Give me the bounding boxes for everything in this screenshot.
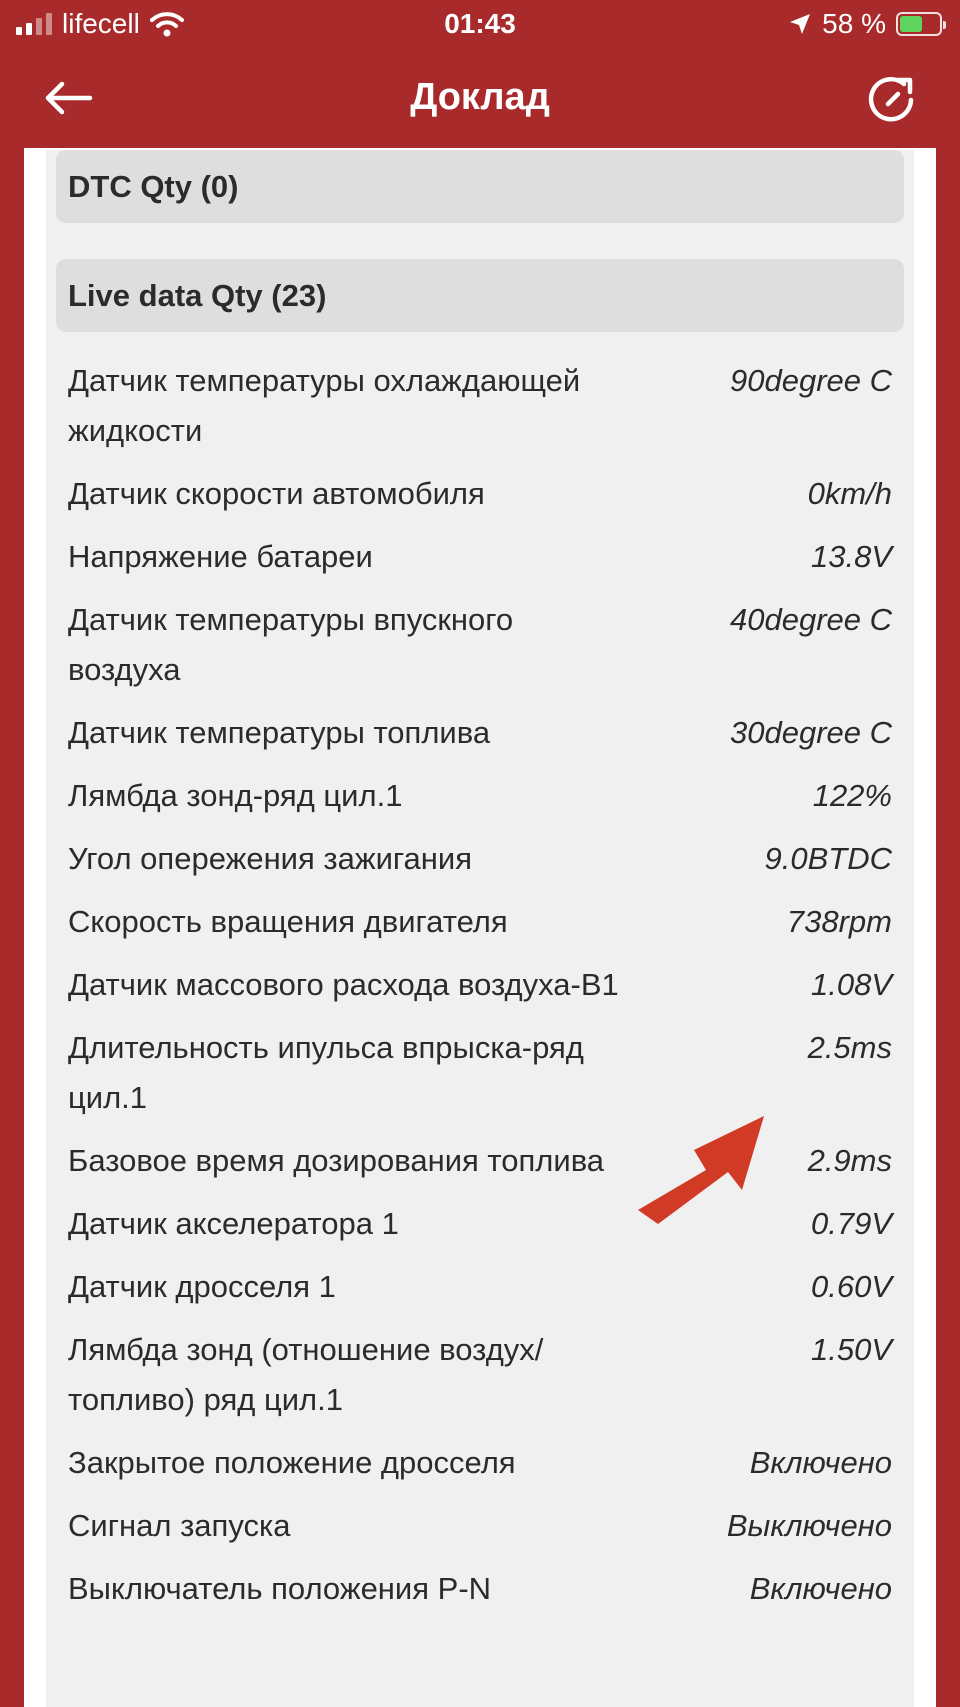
live-data-label: Лямбда зонд-ряд цил.1 bbox=[68, 778, 403, 813]
red-arrow-icon bbox=[638, 1116, 764, 1224]
live-data-row: Датчик скорости автомобиля 0km/h bbox=[56, 469, 904, 519]
live-data-label: Закрытое положение дросселя bbox=[68, 1445, 516, 1480]
live-data-value: Включено bbox=[749, 1445, 892, 1480]
battery-percent: 58 % bbox=[822, 8, 886, 39]
status-bar: lifecell 01:43 58 % bbox=[0, 0, 960, 52]
live-data-label: Датчик дросселя 1 bbox=[68, 1269, 336, 1304]
live-data-row: Закрытое положение дросселя Включено bbox=[56, 1438, 904, 1488]
live-data-row: Скорость вращения двигателя 738rpm bbox=[56, 897, 904, 947]
live-data-row: Угол опережения зажигания 9.0BTDC bbox=[56, 834, 904, 884]
live-data-label: Датчик температуры топлива bbox=[68, 715, 491, 750]
live-data-value: 0.79V bbox=[810, 1206, 892, 1241]
live-data-label: Датчик температуры охлаждающей жидкости bbox=[68, 363, 581, 448]
live-data-value: 40degree C bbox=[729, 602, 892, 637]
live-data-label: Скорость вращения двигателя bbox=[68, 904, 508, 939]
live-data-row: Лямбда зонд-ряд цил.1 122% bbox=[56, 771, 904, 821]
live-data-row: Датчик дросселя 1 0.60V bbox=[56, 1262, 904, 1312]
live-data-list: Датчик температуры охлаждающей жидкости 9… bbox=[56, 356, 904, 1614]
report-content[interactable]: DTC Qty (0) Live data Qty (23) Датчик те… bbox=[46, 150, 914, 1707]
live-data-value: 2.9ms bbox=[807, 1143, 892, 1178]
live-data-label: Базовое время дозирования топлива bbox=[68, 1143, 605, 1178]
live-data-label: Датчик массового расхода воздуха-B1 bbox=[68, 967, 619, 1002]
live-data-value: Включено bbox=[749, 1571, 892, 1606]
live-data-label: Датчик температуры впускного воздуха bbox=[68, 602, 514, 687]
live-data-label: Выключатель положения P-N bbox=[68, 1571, 492, 1606]
live-data-row: Базовое время дозирования топлива 2.9ms bbox=[56, 1136, 904, 1186]
live-data-label: Угол опережения зажигания bbox=[68, 841, 472, 876]
live-data-row: Датчик массового расхода воздуха-B1 1.08V bbox=[56, 960, 904, 1010]
live-data-value: 1.08V bbox=[810, 967, 892, 1002]
live-data-label: Датчик скорости автомобиля bbox=[68, 476, 485, 511]
location-arrow-icon bbox=[790, 14, 811, 34]
live-data-row: Длительность ипульса впрыска-ряд цил.1 2.… bbox=[56, 1023, 904, 1123]
live-data-value: 90degree C bbox=[729, 363, 892, 398]
battery-level bbox=[900, 16, 923, 32]
refresh-icon bbox=[868, 76, 914, 122]
refresh-button[interactable] bbox=[864, 72, 920, 128]
live-data-value: 13.8V bbox=[810, 539, 892, 574]
live-data-row: Датчик температуры охлаждающей жидкости 9… bbox=[56, 356, 904, 456]
live-data-row: Датчик температуры впускного воздуха 40de… bbox=[56, 595, 904, 695]
live-data-row: Сигнал запуска Выключено bbox=[56, 1501, 904, 1551]
live-data-value: 738rpm bbox=[786, 904, 892, 939]
live-data-label: Напряжение батареи bbox=[68, 539, 373, 574]
live-data-value: 30degree C bbox=[729, 715, 892, 750]
live-data-row: Датчик температуры топлива 30degree C bbox=[56, 708, 904, 758]
live-data-row: Датчик акселератора 1 0.79V bbox=[56, 1199, 904, 1249]
live-data-label: Датчик акселератора 1 bbox=[68, 1206, 399, 1241]
live-data-label: Лямбда зонд (отношение воздух/топливо) р… bbox=[68, 1332, 544, 1417]
live-data-row: Выключатель положения P-N Включено bbox=[56, 1564, 904, 1614]
live-data-section-header[interactable]: Live data Qty (23) bbox=[56, 259, 904, 332]
live-data-value: 2.5ms bbox=[807, 1030, 892, 1065]
live-data-value: 9.0BTDC bbox=[764, 841, 892, 876]
battery-icon bbox=[896, 12, 946, 36]
live-data-value: 122% bbox=[812, 778, 892, 813]
report-card: DTC Qty (0) Live data Qty (23) Датчик те… bbox=[24, 148, 936, 1707]
dtc-section-header[interactable]: DTC Qty (0) bbox=[56, 150, 904, 223]
live-data-value: 1.50V bbox=[810, 1332, 892, 1367]
live-data-value: 0km/h bbox=[807, 476, 892, 511]
live-data-label: Длительность ипульса впрыска-ряд цил.1 bbox=[68, 1030, 584, 1115]
page-title: Доклад bbox=[410, 76, 550, 118]
app-header: Доклад bbox=[0, 52, 960, 148]
live-data-value: 0.60V bbox=[810, 1269, 892, 1304]
status-right: 58 % bbox=[788, 8, 946, 40]
live-data-row: Напряжение батареи 13.8V bbox=[56, 532, 904, 582]
live-data-label: Сигнал запуска bbox=[68, 1508, 291, 1543]
live-data-value: Выключено bbox=[726, 1508, 892, 1543]
live-data-row: Лямбда зонд (отношение воздух/топливо) р… bbox=[56, 1325, 904, 1425]
